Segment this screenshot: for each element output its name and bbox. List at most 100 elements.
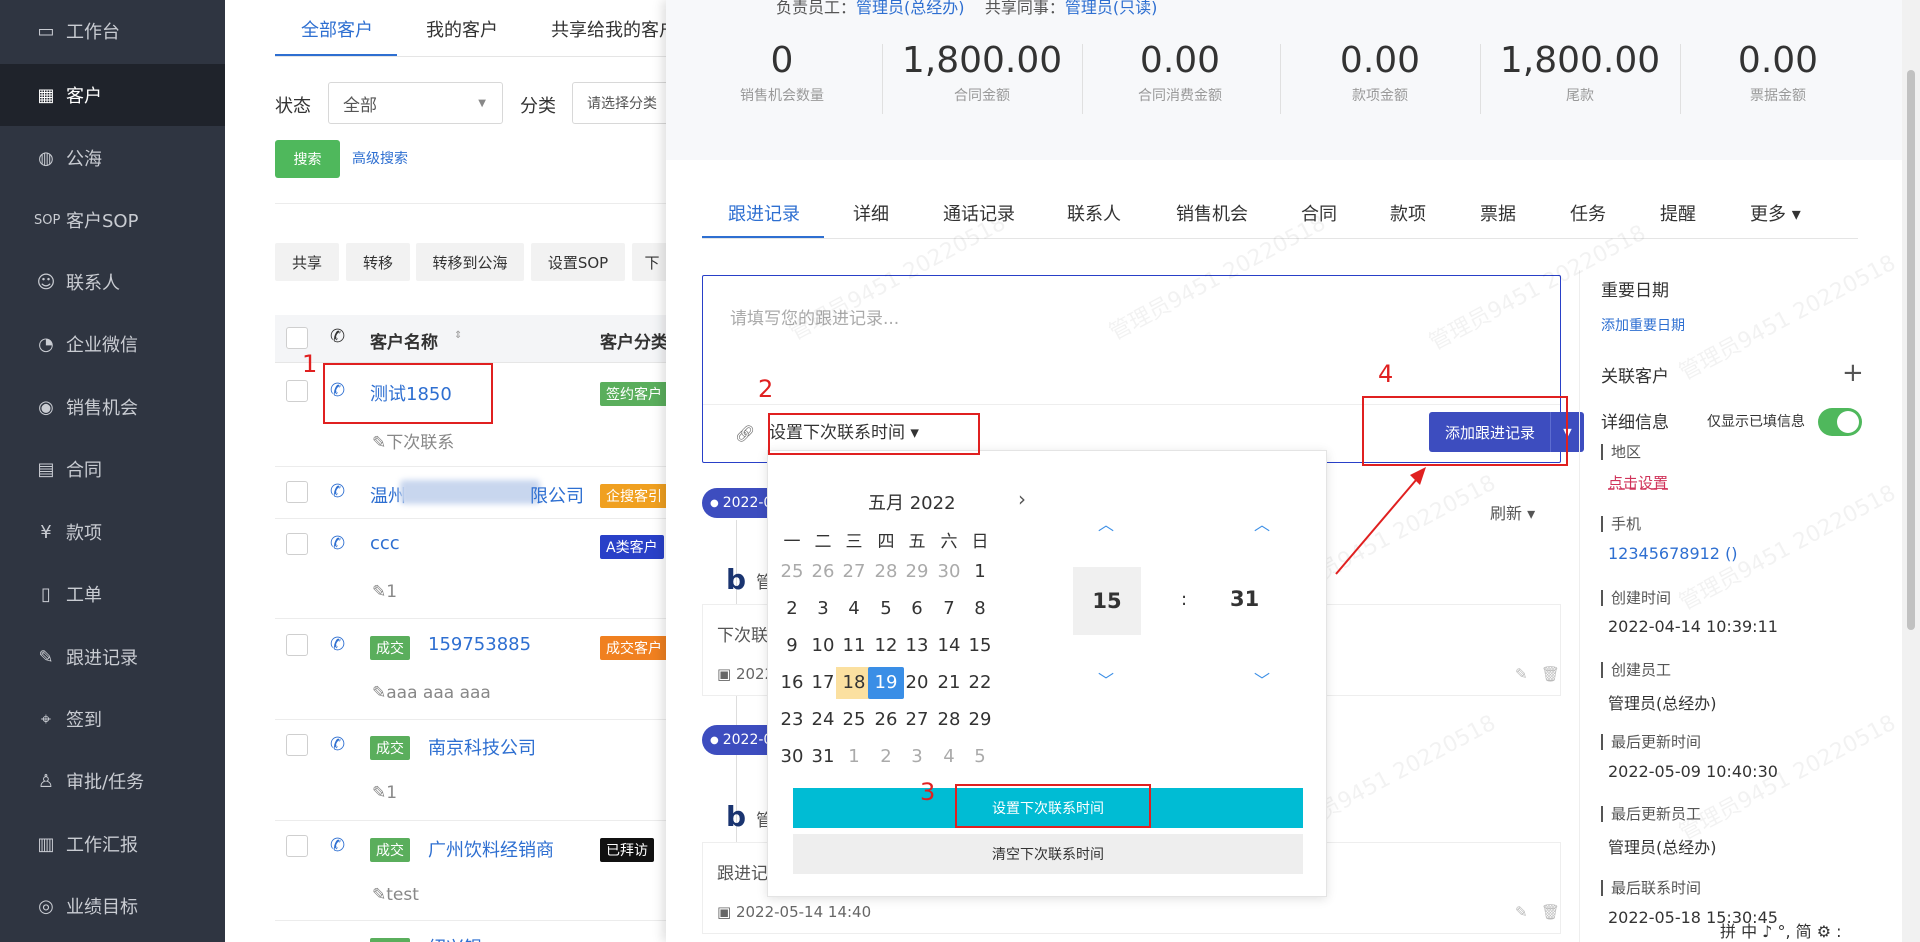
tab-all-customers[interactable]: 全部客户 [301,16,373,42]
sidebar-item-reports[interactable]: ▥ 工作汇报 [0,813,225,875]
sidebar-item-approval[interactable]: ♙ 审批/任务 [0,750,225,812]
calendar-day[interactable]: 6 [899,593,935,625]
customer-name-link[interactable]: 南京科技公司 [428,734,536,760]
advanced-search-link[interactable]: 高级搜索 [352,148,408,168]
share-button[interactable]: 共享 [275,243,339,281]
phone-icon[interactable]: ✆ [330,734,345,755]
hour-down-icon[interactable]: ﹀ [1098,667,1114,691]
row-checkbox[interactable] [286,380,308,402]
sidebar-item-followups[interactable]: ✎ 跟进记录 [0,626,225,688]
sidebar-item-workbench[interactable]: ▭ 工作台 [0,0,225,62]
scrollbar-thumb[interactable] [1907,70,1915,630]
tab-details[interactable]: 详细 [853,200,889,226]
customer-name-suffix[interactable]: 限公司 [530,482,584,508]
calendar-day[interactable]: 27 [899,704,935,736]
row-checkbox[interactable] [286,835,308,857]
sidebar-item-checkin[interactable]: ⌖ 签到 [0,688,225,750]
set-sop-button[interactable]: 设置SOP [531,243,625,281]
calendar-day[interactable]: 1 [836,741,872,773]
tab-contacts[interactable]: 联系人 [1067,200,1121,226]
hour-value[interactable]: 15 [1073,567,1141,635]
tab-reminders[interactable]: 提醒 [1660,200,1696,226]
calendar-day[interactable]: 11 [836,630,872,662]
calendar-day[interactable]: 22 [962,667,998,699]
trash-icon[interactable]: 🗑︎ [1541,903,1560,921]
sidebar-item-label: 工作台 [66,22,120,43]
sidebar-item-opportunities[interactable]: ◉ 销售机会 [0,376,225,438]
customer-name-link[interactable]: ccc [370,533,400,554]
calendar-day[interactable]: 5 [962,741,998,773]
sidebar-item-targets[interactable]: ◎ 业绩目标 [0,875,225,937]
search-button[interactable]: 搜索 [275,140,340,178]
phone-icon[interactable]: ✆ [330,835,345,856]
calendar-day[interactable]: 4 [836,593,872,625]
tab-my-customers[interactable]: 我的客户 [426,16,498,42]
calendar-day[interactable]: 29 [899,556,935,588]
sidebar-item-tickets[interactable]: ▯ 工单 [0,563,225,625]
calendar-day[interactable]: 3 [899,741,935,773]
dot-icon: ● [710,497,719,509]
minute-up-icon[interactable]: ︿ [1254,511,1270,535]
only-filled-toggle[interactable] [1818,408,1862,436]
calendar-day[interactable]: 1 [962,556,998,588]
select-all-checkbox[interactable] [286,327,308,349]
clear-next-contact-button[interactable]: 清空下次联系时间 [793,834,1303,874]
calendar-day[interactable]: 18 [836,667,872,699]
calendar-day[interactable]: 20 [899,667,935,699]
sidebar-item-wecom[interactable]: ◔ 企业微信 [0,313,225,375]
row-checkbox[interactable] [286,734,308,756]
sort-icon[interactable]: ⇕ [454,330,462,341]
phone-icon[interactable]: ✆ [330,634,345,655]
sidebar-item-customers[interactable]: ▦ 客户 [0,64,225,126]
edit-icon[interactable]: ✎ [1515,903,1528,921]
ime-toolbar[interactable]: 拼 中 ♪ °, 简 ⚙ : [1720,918,1842,942]
row-checkbox[interactable] [286,533,308,555]
sidebar-item-contracts[interactable]: ▤ 合同 [0,438,225,500]
customer-name-link[interactable]: 绍兴银 [428,934,482,942]
shared-value[interactable]: 管理员(只读) [1065,0,1158,17]
refresh-button[interactable]: 刷新 ▾ [1490,500,1535,524]
phone-value[interactable]: 12345678912 () [1608,544,1738,563]
minute-down-icon[interactable]: ﹀ [1254,667,1270,691]
category-badge: 成交客户 [600,636,668,660]
add-important-date-link[interactable]: 添加重要日期 [1601,315,1685,335]
column-header-category[interactable]: 客户分类 [600,328,668,353]
row-checkbox[interactable] [286,481,308,503]
sidebar-item-public-pool[interactable]: ◍ 公海 [0,127,225,189]
calendar-day[interactable]: 25 [836,704,872,736]
sidebar-item-customer-sop[interactable]: SOP 客户SOP [0,189,225,251]
owner-value[interactable]: 管理员(总经办) [856,0,965,17]
transfer-button[interactable]: 转移 [346,243,410,281]
calendar-day[interactable]: 13 [899,630,935,662]
minute-value[interactable]: 31 [1230,587,1259,611]
column-header-name[interactable]: 客户名称 [370,328,438,353]
calendar-day[interactable]: 29 [962,704,998,736]
tab-invoices[interactable]: 票据 [1480,200,1516,226]
status-select[interactable]: 全部 ▼ [328,82,503,124]
phone-icon[interactable]: ✆ [330,533,345,554]
calendar-day[interactable]: 27 [836,556,872,588]
tab-followups[interactable]: 跟进记录 [728,200,800,226]
sidebar-item-payments[interactable]: ¥ 款项 [0,501,225,563]
hour-up-icon[interactable]: ︿ [1098,511,1114,535]
trash-icon[interactable]: 🗑︎ [1541,665,1560,683]
customer-name-link[interactable]: 159753885 [428,634,531,655]
tab-shared-customers[interactable]: 共享给我的客户 [551,16,677,42]
edit-icon[interactable]: ✎ [1515,665,1528,683]
tab-more[interactable]: 更多 ▾ [1750,200,1801,226]
scrollbar[interactable] [1902,0,1920,942]
tab-tasks[interactable]: 任务 [1570,200,1606,226]
calendar-day[interactable]: 8 [962,593,998,625]
tab-opportunities[interactable]: 销售机会 [1176,200,1248,226]
sidebar-item-contacts[interactable]: ☺ 联系人 [0,251,225,313]
chevron-right-icon[interactable]: › [1018,487,1026,511]
link-icon[interactable]: 🔗︎ [735,424,755,443]
phone-icon[interactable]: ✆ [330,481,345,502]
row-checkbox[interactable] [286,634,308,656]
calendar-day[interactable]: 15 [962,630,998,662]
tab-payments[interactable]: 款项 [1390,200,1426,226]
region-set-link[interactable]: 点击设置 [1608,472,1668,493]
customer-name-link[interactable]: 广州饮料经销商 [428,836,554,862]
move-to-pool-button[interactable]: 转移到公海 [416,243,524,281]
plus-icon[interactable]: + [1842,358,1864,388]
